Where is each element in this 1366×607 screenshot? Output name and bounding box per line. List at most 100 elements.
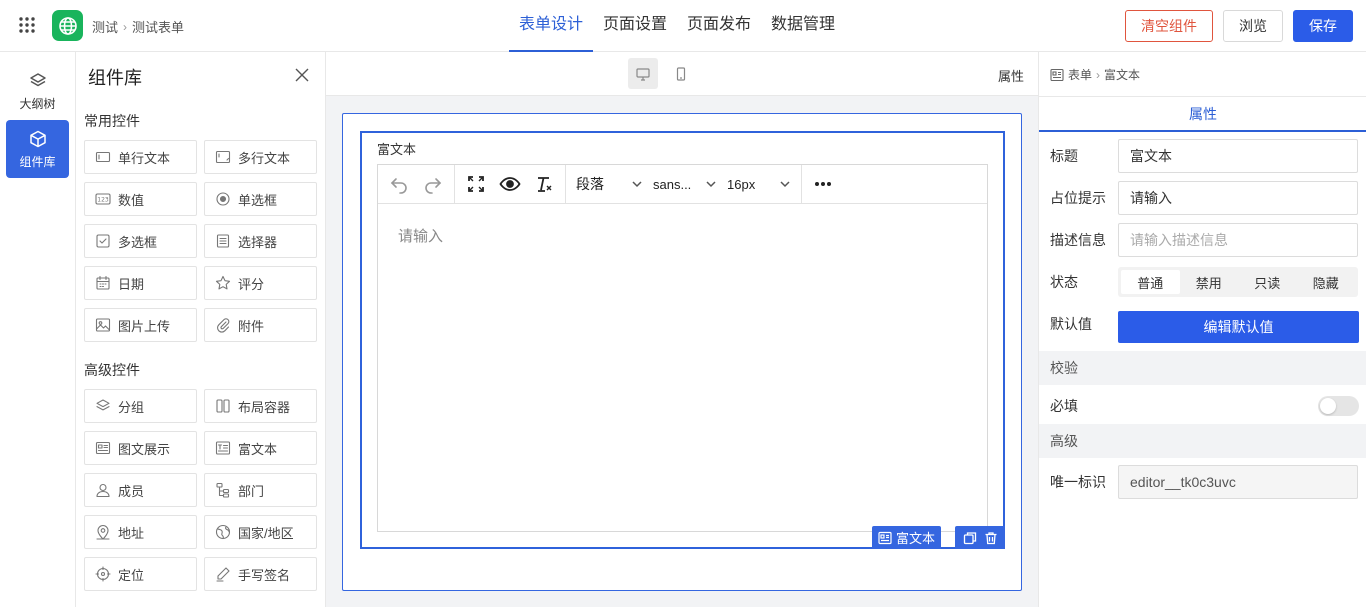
paragraph-select[interactable]: 段落 [572,169,647,199]
top-tab-3[interactable]: 数据管理 [761,0,845,52]
breadcrumb-root[interactable]: 测试 [92,17,118,36]
eye-icon[interactable] [495,169,525,199]
status-option[interactable]: 禁用 [1180,270,1239,294]
component-item-label: 多选框 [118,234,158,250]
status-option[interactable]: 只读 [1238,270,1297,294]
component-item[interactable]: 地址 [84,515,197,549]
required-toggle[interactable] [1318,396,1359,416]
component-item[interactable]: 日期 [84,266,197,300]
top-navigation: 表单设计 页面设置 页面发布 数据管理 [509,0,845,52]
component-item[interactable]: 多行文本 [204,140,317,174]
title-field[interactable]: 富文本 [1118,139,1358,173]
section-validation: 校验 [1039,351,1366,385]
component-item[interactable]: 布局容器 [204,389,317,423]
rail-item-components[interactable]: 组件库 [6,120,69,178]
preview-button[interactable]: 浏览 [1223,10,1283,42]
canvas-header: 属性 [326,52,1038,96]
undo-icon[interactable] [384,169,414,199]
desktop-view-button[interactable] [628,58,658,89]
apps-grid-icon[interactable] [18,16,36,34]
properties-crumb-root[interactable]: 表单 [1068,66,1092,83]
rich-text-icon [215,440,231,456]
component-item[interactable]: 多选框 [84,224,197,258]
placeholder-field[interactable]: 请输入 [1118,181,1358,215]
common-components-grid: 单行文本 多行文本 123 数值 单选框多选框 选择器日期 评分图片上传 附件 [84,140,317,342]
cube-icon [28,129,48,149]
globe-icon[interactable] [52,10,83,41]
component-item[interactable]: 富文本 [204,431,317,465]
component-item[interactable]: 图片上传 [84,308,197,342]
editor-placeholder: 请输入 [398,228,444,245]
tab-properties[interactable]: 属性 [1039,96,1366,132]
field-label: 富文本 [377,142,417,157]
more-icon[interactable] [808,169,838,199]
paperclip-icon [215,317,231,333]
rich-text-editor[interactable]: 段落 sans... 16px 请输入 [377,164,988,532]
copy-icon[interactable] [963,531,977,545]
top-tab-2[interactable]: 页面发布 [677,0,761,52]
component-item[interactable]: 选择器 [204,224,317,258]
component-item[interactable]: 附件 [204,308,317,342]
close-icon[interactable] [295,68,309,82]
clear-components-button[interactable]: 清空组件 [1125,10,1213,42]
top-tab-1[interactable]: 页面设置 [593,0,677,52]
rail-item-outline[interactable]: 大纲树 [6,62,69,120]
component-item-label: 数值 [118,192,145,208]
editor-toolbar: 段落 sans... 16px [378,164,987,204]
description-field[interactable]: 请输入描述信息 [1118,223,1358,257]
select-icon [215,233,231,249]
component-item[interactable]: 手写签名 [204,557,317,591]
edit-default-value-button[interactable]: 编辑默认值 [1118,311,1359,343]
status-segmented-control: 普通 禁用 只读 隐藏 [1118,267,1358,297]
component-item-label: 评分 [238,276,265,292]
multi-line-text-icon [215,149,231,165]
component-item[interactable]: 单选框 [204,182,317,216]
rail-item-label: 组件库 [19,154,56,169]
field-type-tag-label: 富文本 [895,531,935,546]
canvas-properties-label[interactable]: 属性 [998,66,1024,85]
mobile-view-button[interactable] [666,58,696,89]
component-item[interactable]: 分组 [84,389,197,423]
field-type-tag: 富文本 [871,526,941,549]
component-item[interactable]: 成员 [84,473,197,507]
redo-icon[interactable] [418,169,448,199]
properties-breadcrumb: 表单 › 富文本 [1050,66,1140,83]
status-option[interactable]: 隐藏 [1297,270,1356,294]
component-item[interactable]: 国家/地区 [204,515,317,549]
image-icon [95,317,111,333]
status-row: 状态 普通 禁用 只读 隐藏 [1039,265,1366,299]
status-option[interactable]: 普通 [1121,270,1180,294]
component-item[interactable]: 图文展示 [84,431,197,465]
component-item[interactable]: 部门 [204,473,317,507]
default-value-label: 默认值 [1050,316,1092,332]
component-library-panel: 组件库 常用控件 单行文本 多行文本 123 数值 单选框 多选框 选择器 日期 评分 图片上传 附… [76,52,326,607]
description-row: 描述信息 请输入描述信息 [1039,223,1366,257]
component-item[interactable]: 123 数值 [84,182,197,216]
component-item[interactable]: 定位 [84,557,197,591]
selected-field-rich-text[interactable]: 富文本 段落 sans... 16px 请输入 富文本 [360,131,1005,549]
properties-crumb-current: 富文本 [1104,68,1141,82]
component-item-label: 单选框 [238,192,278,208]
svg-text:123: 123 [97,197,109,204]
clear-format-icon[interactable] [529,169,559,199]
component-item[interactable]: 单行文本 [84,140,197,174]
design-canvas: 属性 富文本 段落 sans... 16px 请输入 富文本 [326,52,1038,607]
delete-icon[interactable] [984,531,998,545]
top-bar: 测试 › 测试表单 表单设计 页面设置 页面发布 数据管理 清空组件 浏览 保存 [0,0,1366,52]
toggle-knob [1320,398,1336,414]
rail-item-label: 大纲树 [19,96,56,111]
fullscreen-icon[interactable] [461,169,491,199]
component-item[interactable]: 评分 [204,266,317,300]
layers-icon [95,398,111,414]
save-button[interactable]: 保存 [1293,10,1353,42]
pen-icon [215,566,231,582]
columns-icon [215,398,231,414]
status-label: 状态 [1050,274,1078,290]
component-item-label: 地址 [118,525,145,541]
top-tab-0[interactable]: 表单设计 [509,0,594,52]
properties-panel: 表单 › 富文本 属性 标题 富文本 占位提示 请输入 描述信息 请输入描述信息… [1038,52,1366,607]
component-item-label: 选择器 [238,234,278,250]
font-size-select[interactable]: 16px [723,169,795,199]
chevron-right-icon: › [1096,67,1101,82]
font-family-select[interactable]: sans... [649,169,721,199]
